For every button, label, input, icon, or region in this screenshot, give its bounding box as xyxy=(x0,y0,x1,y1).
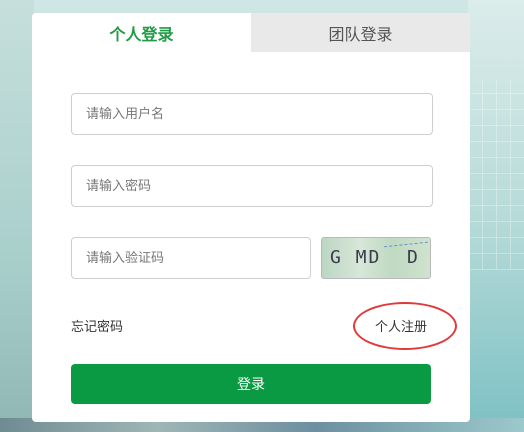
forgot-password-link[interactable]: 忘记密码 xyxy=(71,316,123,335)
captcha-input[interactable] xyxy=(71,237,311,279)
password-input[interactable] xyxy=(71,165,433,207)
captcha-image[interactable]: G MD D G xyxy=(321,237,431,279)
tab-personal-login-label: 个人登录 xyxy=(109,24,174,44)
username-input[interactable] xyxy=(71,93,433,135)
login-tabs: 个人登录 团队登录 xyxy=(32,13,470,52)
captcha-image-text: G MD D G xyxy=(330,247,420,268)
annotation-circle xyxy=(353,302,457,350)
tab-personal-login[interactable]: 个人登录 xyxy=(32,13,251,52)
login-button[interactable]: 登录 xyxy=(71,364,431,404)
background-left xyxy=(0,0,34,432)
login-card: 个人登录 团队登录 G MD D G 忘记密码 个人注册 登录 xyxy=(32,13,470,422)
tab-team-login-label: 团队登录 xyxy=(328,24,393,44)
background-building-grid xyxy=(468,80,524,270)
tab-team-login[interactable]: 团队登录 xyxy=(251,13,470,52)
